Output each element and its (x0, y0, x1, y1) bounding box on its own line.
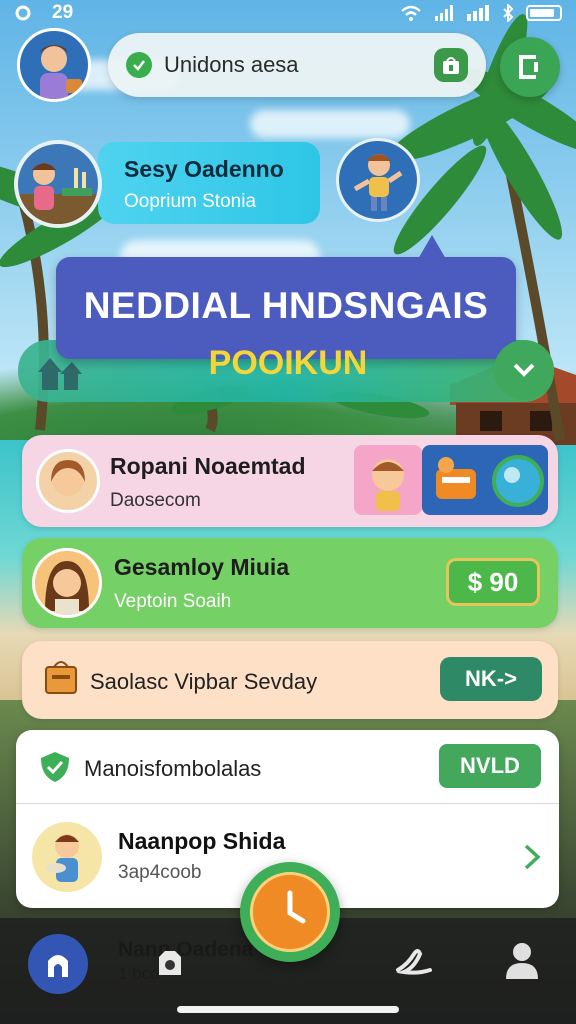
status-icons (400, 4, 562, 22)
shop-bag-icon[interactable] (434, 48, 468, 82)
chevron-down-icon (513, 363, 535, 377)
signal-bars-icon (467, 5, 489, 21)
timer-fab[interactable] (240, 862, 340, 962)
chat-bubble-icon (126, 52, 152, 78)
wifi-icon (401, 5, 421, 21)
status-bar: 29 (0, 0, 576, 26)
list-item[interactable]: Ropani Noaemtad Daosecom (22, 435, 558, 527)
next-button[interactable]: NK-> (440, 657, 542, 701)
settings-ring-icon (15, 5, 31, 21)
price-badge[interactable]: $ 90 (446, 558, 540, 606)
list-item[interactable]: Gesamloy Miuia Veptoin Soaih $ 90 (22, 538, 558, 628)
profile-name: Sesy Oadenno (124, 156, 284, 182)
character-thumbnail[interactable] (354, 445, 422, 515)
home-icon (48, 955, 68, 977)
action-button[interactable]: NVLD (439, 744, 541, 788)
avatar (36, 449, 100, 513)
profile-subtitle: Ooprium Stonia (124, 191, 257, 212)
card-text: Ropani Noaemtad Daosecom (110, 453, 306, 512)
panel-row-title: Naanpop Shida (118, 828, 286, 854)
friend-avatar[interactable] (336, 138, 420, 222)
nav-home-button[interactable] (28, 934, 88, 994)
clock-icon (250, 872, 330, 952)
nav-signature-button[interactable] (394, 942, 434, 982)
user-avatar[interactable] (17, 28, 91, 102)
home-indicator[interactable] (177, 1006, 399, 1013)
exit-door-icon (519, 55, 538, 79)
profile-card[interactable]: Sesy Oadenno Ooprium Stonia (98, 142, 320, 224)
robot-icon (159, 951, 181, 975)
profile-avatar[interactable] (14, 140, 102, 228)
expand-button[interactable] (494, 340, 554, 400)
panel-row-subtitle: 3ap4coob (118, 862, 202, 883)
shopping-bag-icon (45, 661, 77, 694)
card-subtitle: Veptoin Soaih (114, 591, 232, 612)
bluetooth-icon (503, 4, 514, 22)
check-shield-icon (41, 752, 69, 782)
list-item[interactable]: Saolasc Vipbar Sevday NK-> (22, 641, 558, 719)
panel-row[interactable]: Manoisfombolalas NVLD (16, 730, 559, 804)
avatar (32, 548, 102, 618)
banner-subtitle: POOIKUN (208, 344, 368, 382)
avatar (32, 822, 102, 892)
dancing-kid-illustration (353, 154, 403, 211)
nav-profile-button[interactable] (502, 940, 542, 980)
status-time: 29 (52, 2, 74, 23)
panel-row-title: Manoisfombolalas (84, 756, 262, 781)
exit-button[interactable] (500, 37, 560, 97)
search-text[interactable]: Unidons aesa (164, 52, 422, 78)
nav-robot-button[interactable] (150, 942, 190, 982)
profile-icon (506, 943, 538, 979)
signature-icon (396, 949, 432, 975)
search-bar[interactable]: Unidons aesa (108, 33, 486, 97)
card-subtitle: Daosecom (110, 490, 201, 511)
rewards-thumbnail[interactable] (422, 445, 548, 515)
chef-illustration (18, 163, 98, 224)
banner-title: NEDDIAL HNDSNGAIS (83, 285, 489, 326)
signal-icon (435, 5, 453, 21)
card-title: Saolasc Vipbar Sevday (90, 669, 318, 694)
card-text: Gesamloy Miuia Veptoin Soaih (114, 554, 289, 613)
chevron-right-icon[interactable] (520, 842, 544, 872)
card-title: Ropani Noaemtad (110, 453, 306, 479)
battery-icon (526, 5, 562, 21)
card-title: Gesamloy Miuia (114, 554, 290, 580)
